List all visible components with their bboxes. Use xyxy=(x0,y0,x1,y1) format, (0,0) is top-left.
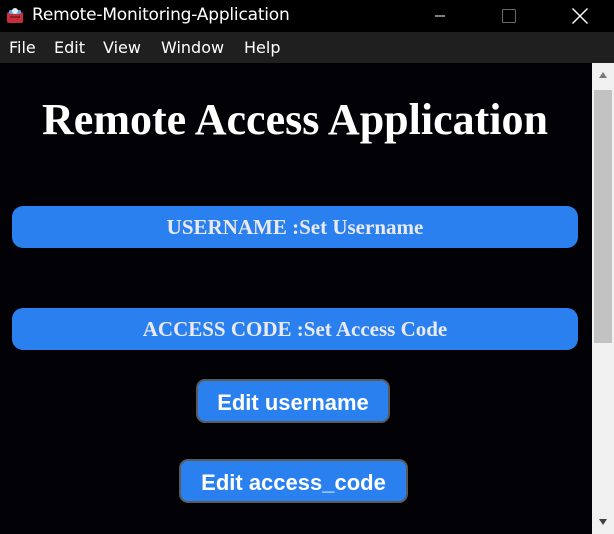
scroll-thumb[interactable] xyxy=(594,90,612,343)
scroll-up-arrow-icon xyxy=(599,72,607,78)
close-icon xyxy=(572,8,588,24)
scroll-up-button[interactable] xyxy=(592,65,614,85)
access-code-display: ACCESS CODE :Set Access Code xyxy=(12,308,578,350)
app-window: Remote-Monitoring-Application File Edit … xyxy=(0,0,614,534)
scroll-down-arrow-icon xyxy=(599,519,607,525)
minimize-icon xyxy=(435,15,445,17)
vertical-scrollbar[interactable] xyxy=(592,63,614,534)
title-bar[interactable]: Remote-Monitoring-Application xyxy=(0,0,614,32)
menu-bar: File Edit View Window Help xyxy=(0,32,614,63)
maximize-icon xyxy=(502,9,516,23)
app-logo-icon xyxy=(7,8,23,23)
maximize-button[interactable] xyxy=(486,0,532,32)
menu-edit[interactable]: Edit xyxy=(54,38,85,57)
scroll-down-button[interactable] xyxy=(592,512,614,532)
page-title: Remote Access Application xyxy=(42,95,548,144)
menu-view[interactable]: View xyxy=(103,38,141,57)
close-button[interactable] xyxy=(557,0,603,32)
minimize-button[interactable] xyxy=(417,0,463,32)
menu-file[interactable]: File xyxy=(9,38,36,57)
edit-username-button[interactable]: Edit username xyxy=(196,379,390,423)
menu-help[interactable]: Help xyxy=(244,38,280,57)
main-content: Remote Access Application USERNAME :Set … xyxy=(0,63,592,534)
username-display: USERNAME :Set Username xyxy=(12,206,578,248)
window-title: Remote-Monitoring-Application xyxy=(32,5,290,25)
edit-access-code-button[interactable]: Edit access_code xyxy=(179,459,408,503)
menu-window[interactable]: Window xyxy=(161,38,224,57)
